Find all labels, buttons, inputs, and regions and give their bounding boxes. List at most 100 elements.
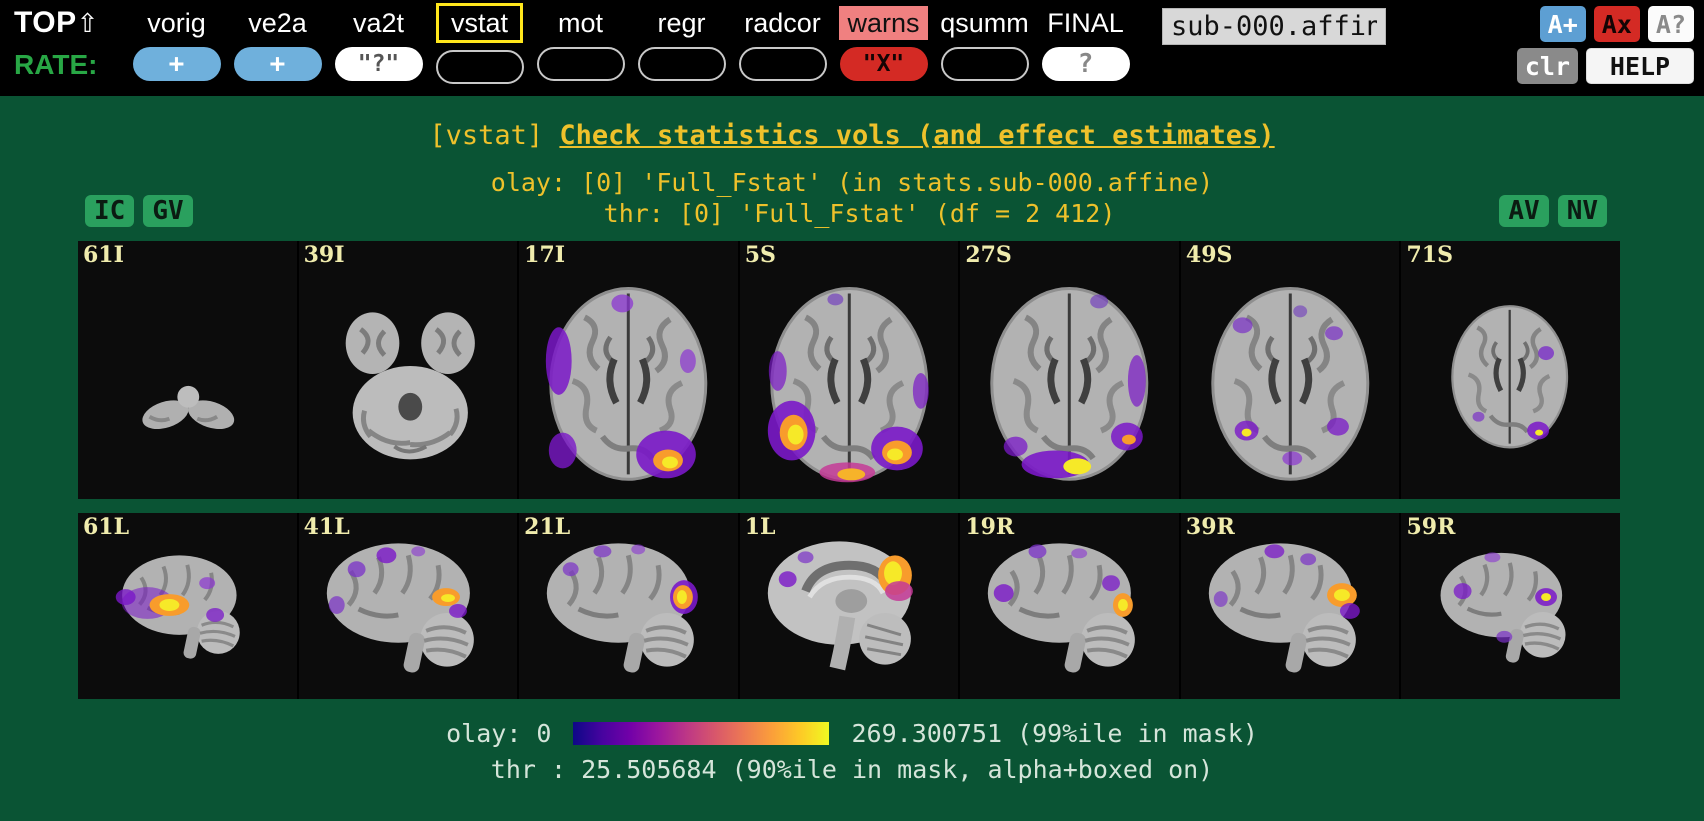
slice-coord-label: 61L bbox=[83, 514, 129, 540]
nav-col-final: FINAL ? bbox=[1035, 6, 1136, 81]
nav-col-warns: warns "X" bbox=[833, 6, 934, 81]
slice-panel: 41L bbox=[299, 513, 520, 699]
rate-pill-warns[interactable]: "X" bbox=[840, 47, 928, 81]
rate-label: RATE: bbox=[14, 47, 97, 83]
top-navbar: TOP⇧ RATE: vorig + ve2a + va2t "?" vstat… bbox=[0, 0, 1704, 96]
slice-panel: 17I bbox=[519, 241, 740, 499]
tab-ve2a[interactable]: ve2a bbox=[248, 6, 307, 40]
tab-mot[interactable]: mot bbox=[558, 6, 603, 40]
nv-button[interactable]: NV bbox=[1558, 195, 1607, 227]
rate-all-bad-button[interactable]: Ax bbox=[1594, 6, 1640, 42]
slice-panel: 71S bbox=[1401, 241, 1620, 499]
slice-coord-label: 61I bbox=[83, 242, 124, 268]
nav-col-vstat: vstat bbox=[429, 6, 530, 84]
tab-regr[interactable]: regr bbox=[657, 6, 705, 40]
nav-col-regr: regr bbox=[631, 6, 732, 81]
nav-col-va2t: va2t "?" bbox=[328, 6, 429, 81]
rate-pill-regr[interactable] bbox=[638, 47, 726, 81]
rate-all-good-button[interactable]: A+ bbox=[1540, 6, 1586, 42]
slice-coord-label: 49S bbox=[1186, 242, 1233, 268]
slice-panel: 61L bbox=[78, 513, 299, 699]
section-title: [vstat] Check statistics vols (and effec… bbox=[0, 120, 1704, 151]
nav-col-mot: mot bbox=[530, 6, 631, 81]
tab-warns[interactable]: warns bbox=[839, 6, 927, 40]
sagittal-slice-row: 61L 41L bbox=[78, 513, 1620, 699]
gv-button[interactable]: GV bbox=[143, 195, 192, 227]
tab-final[interactable]: FINAL bbox=[1047, 6, 1124, 40]
nav-home-col: TOP⇧ RATE: bbox=[14, 6, 126, 83]
brain-slice-image bbox=[740, 241, 959, 499]
top-link[interactable]: TOP⇧ bbox=[14, 6, 99, 40]
slice-panel: 39I bbox=[299, 241, 520, 499]
nav-col-vorig: vorig + bbox=[126, 6, 227, 81]
brain-slice-image bbox=[960, 241, 1179, 499]
slice-coord-label: 17I bbox=[524, 242, 565, 268]
slice-panel: 61I bbox=[78, 241, 299, 499]
olay-max-label: 269.300751 (99%ile in mask) bbox=[851, 719, 1257, 748]
rate-pill-vorig[interactable]: + bbox=[133, 47, 221, 81]
brain-slice-image bbox=[1181, 241, 1400, 499]
slice-coord-label: 5S bbox=[745, 242, 776, 268]
tab-qsumm[interactable]: qsumm bbox=[940, 6, 1029, 40]
olay-min-label: olay: 0 bbox=[446, 719, 551, 748]
slice-coord-label: 19R bbox=[965, 514, 1014, 540]
rate-pill-vstat[interactable] bbox=[436, 50, 524, 84]
av-button[interactable]: AV bbox=[1499, 195, 1548, 227]
rate-pill-mot[interactable] bbox=[537, 47, 625, 81]
slice-coord-label: 21L bbox=[524, 514, 570, 540]
slice-coord-label: 59R bbox=[1406, 514, 1455, 540]
brain-slice-image bbox=[78, 513, 297, 699]
nav-col-qsumm: qsumm bbox=[934, 6, 1035, 81]
brain-slice-image bbox=[299, 513, 518, 699]
slice-panel: 49S bbox=[1181, 241, 1402, 499]
nav-col-radcor: radcor bbox=[732, 6, 833, 81]
rate-all-question-button[interactable]: A? bbox=[1648, 6, 1694, 42]
brain-slice-image bbox=[1401, 513, 1620, 699]
overlay-footer: olay: 0 269.300751 (99%ile in mask) thr … bbox=[0, 719, 1704, 784]
brain-slice-image bbox=[1181, 513, 1400, 699]
slice-panel: 39R bbox=[1181, 513, 1402, 699]
slice-panel: 5S bbox=[740, 241, 961, 499]
brain-slice-image bbox=[78, 241, 297, 499]
thr-info-label: thr : 25.505684 (90%ile in mask, alpha+b… bbox=[0, 755, 1704, 784]
rate-pill-va2t[interactable]: "?" bbox=[335, 47, 423, 81]
tab-vstat-active[interactable]: vstat bbox=[436, 3, 523, 43]
slice-coord-label: 41L bbox=[304, 514, 350, 540]
tab-vorig[interactable]: vorig bbox=[147, 6, 206, 40]
help-button[interactable]: HELP bbox=[1586, 48, 1694, 84]
subject-id-field[interactable] bbox=[1162, 8, 1386, 45]
section-title-link[interactable]: Check statistics vols (and effect estima… bbox=[559, 120, 1274, 151]
slice-coord-label: 71S bbox=[1406, 242, 1453, 268]
rate-pill-ve2a[interactable]: + bbox=[234, 47, 322, 81]
brain-slice-image bbox=[1401, 241, 1620, 499]
plasma-colorbar bbox=[573, 722, 829, 745]
rate-pill-final[interactable]: ? bbox=[1042, 47, 1130, 81]
slice-panel: 1L bbox=[740, 513, 961, 699]
slice-panel: 19R bbox=[960, 513, 1181, 699]
ic-button[interactable]: IC bbox=[85, 195, 134, 227]
olay-thr-info: olay: [0] 'Full_Fstat' (in stats.sub-000… bbox=[0, 167, 1704, 229]
brain-slice-image bbox=[519, 241, 738, 499]
axial-slice-row: 61I 39I bbox=[78, 241, 1620, 499]
slice-montage: 61I 39I bbox=[78, 241, 1620, 699]
tab-radcor[interactable]: radcor bbox=[744, 6, 821, 40]
clear-button[interactable]: clr bbox=[1517, 48, 1578, 84]
slice-coord-label: 39I bbox=[304, 242, 345, 268]
brain-slice-image bbox=[960, 513, 1179, 699]
brain-slice-image bbox=[519, 513, 738, 699]
slice-coord-label: 39R bbox=[1186, 514, 1235, 540]
brain-slice-image bbox=[740, 513, 959, 699]
slice-coord-label: 1L bbox=[745, 514, 776, 540]
tab-va2t[interactable]: va2t bbox=[353, 6, 404, 40]
vstat-section: [vstat] Check statistics vols (and effec… bbox=[0, 96, 1704, 821]
slice-panel: 27S bbox=[960, 241, 1181, 499]
slice-panel: 21L bbox=[519, 513, 740, 699]
slice-coord-label: 27S bbox=[965, 242, 1012, 268]
up-arrow-icon: ⇧ bbox=[77, 8, 99, 38]
rate-pill-qsumm[interactable] bbox=[941, 47, 1029, 81]
section-tag: [vstat] bbox=[429, 120, 543, 151]
nav-col-ve2a: ve2a + bbox=[227, 6, 328, 81]
slice-panel: 59R bbox=[1401, 513, 1620, 699]
nav-right-controls: A+ Ax A? clr HELP bbox=[1517, 6, 1694, 84]
rate-pill-radcor[interactable] bbox=[739, 47, 827, 81]
